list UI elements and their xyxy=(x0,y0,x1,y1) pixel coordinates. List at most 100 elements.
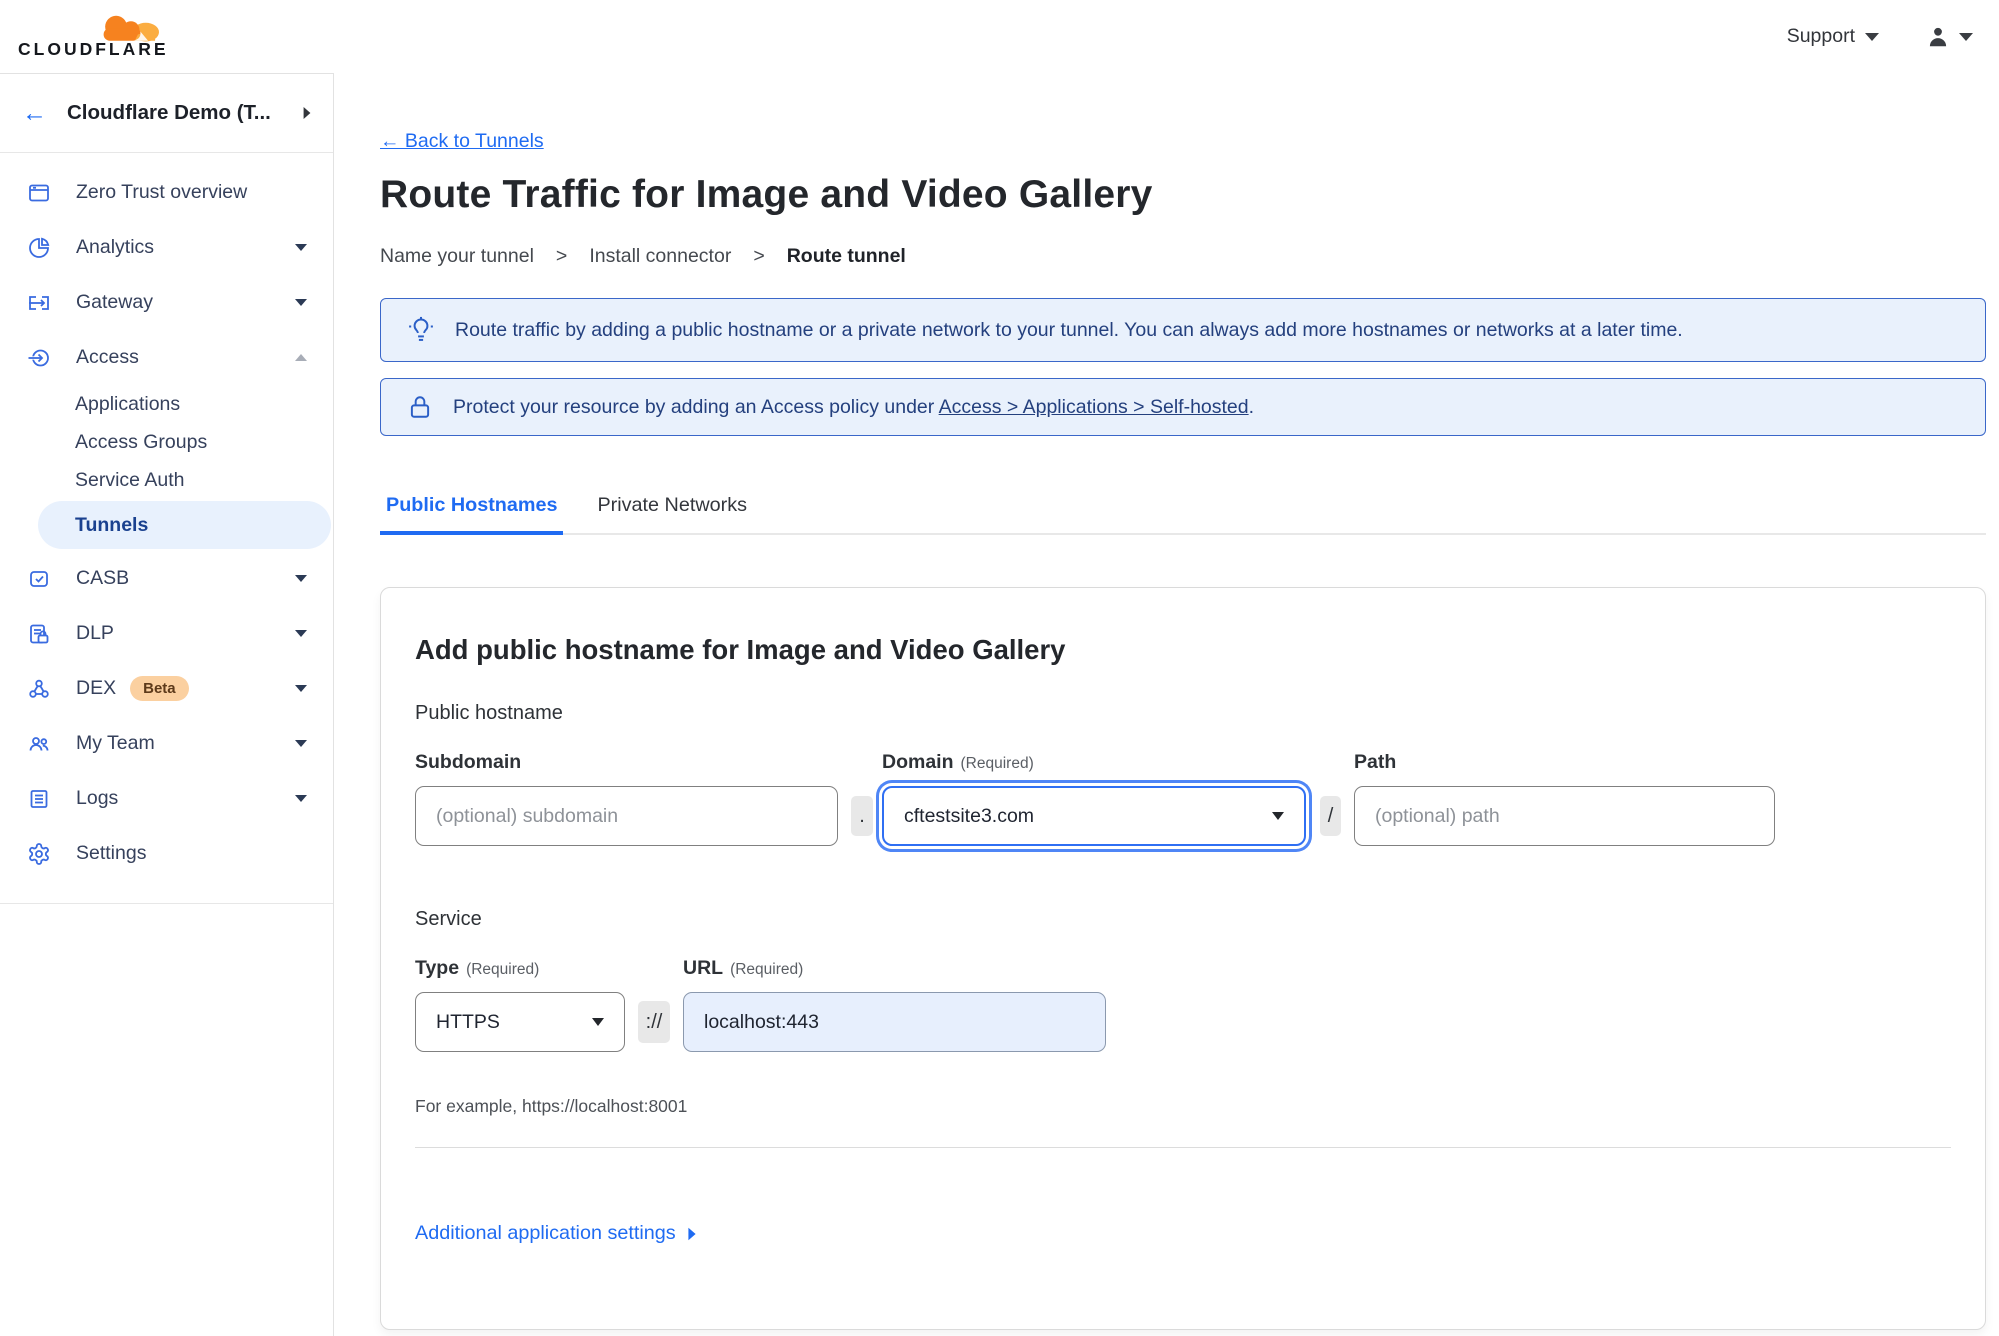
sidebar-item-casb[interactable]: CASB xyxy=(0,551,333,606)
additional-settings-label: Additional application settings xyxy=(415,1222,676,1244)
breadcrumb-step-install-connector[interactable]: Install connector xyxy=(589,245,731,268)
sidebar-item-label: Analytics xyxy=(76,236,155,258)
breadcrumb-separator: > xyxy=(555,245,568,267)
cloudflare-logo[interactable]: CLOUDFLARE xyxy=(18,8,178,66)
sidebar-item-service-auth[interactable]: Service Auth xyxy=(0,461,333,499)
required-hint: (Required) xyxy=(466,961,540,978)
access-policy-banner: Protect your resource by adding an Acces… xyxy=(380,378,1986,436)
sidebar-item-gateway[interactable]: Gateway xyxy=(0,275,333,330)
sidebar-item-access[interactable]: Access xyxy=(0,330,333,385)
gateway-icon xyxy=(26,290,52,316)
sidebar-item-zero-trust-overview[interactable]: Zero Trust overview xyxy=(0,165,333,220)
service-group-label: Service xyxy=(415,908,482,930)
hostname-field-row: Subdomain . Domain(Required) cftestsite3… xyxy=(415,751,1951,846)
logs-icon xyxy=(26,786,52,812)
breadcrumb-step-route-tunnel: Route tunnel xyxy=(786,245,906,267)
sidebar-item-label: Access xyxy=(76,346,139,368)
add-hostname-card: Add public hostname for Image and Video … xyxy=(380,587,1986,1330)
domain-selected-value: cftestsite3.com xyxy=(904,804,1035,827)
tab-private-networks[interactable]: Private Networks xyxy=(591,494,753,533)
sidebar-item-label: Settings xyxy=(76,842,147,864)
breadcrumb-separator: > xyxy=(753,245,765,267)
sub-item-label: Applications xyxy=(75,392,181,415)
chevron-down-icon xyxy=(295,244,307,251)
chevron-down-icon xyxy=(592,1018,604,1026)
domain-select[interactable]: cftestsite3.com xyxy=(882,786,1306,846)
team-icon xyxy=(26,731,52,757)
lock-icon xyxy=(410,396,430,418)
access-policy-text: Protect your resource by adding an Acces… xyxy=(453,396,1254,419)
service-url-input[interactable] xyxy=(683,992,1106,1052)
sidebar-item-tunnels-active[interactable]: Tunnels xyxy=(38,501,331,549)
service-field-row: Type (Required) HTTPS :// URL (Required) xyxy=(415,957,1951,1052)
chevron-down-icon xyxy=(295,299,307,306)
additional-settings-toggle[interactable]: Additional application settings xyxy=(415,1222,696,1245)
breadcrumb: Name your tunnel > Install connector > R… xyxy=(380,245,1986,268)
type-label: Type (Required) xyxy=(415,957,540,979)
chevron-down-icon xyxy=(295,575,307,582)
account-name: Cloudflare Demo (T... xyxy=(67,101,271,124)
access-applications-link[interactable]: Access > Applications > Self-hosted xyxy=(939,396,1249,418)
type-selected-value: HTTPS xyxy=(436,1010,500,1033)
chevron-right-icon xyxy=(688,1227,696,1240)
back-arrow-icon[interactable]: ← xyxy=(22,100,47,126)
hostname-tabs: Public Hostnames Private Networks xyxy=(380,494,1986,535)
tip-banner-text: Route traffic by adding a public hostnam… xyxy=(455,318,1683,341)
sidebar: ← Cloudflare Demo (T... Zero Trust overv… xyxy=(0,73,334,1336)
access-policy-prefix: Protect your resource by adding an Acces… xyxy=(453,395,935,418)
gear-icon xyxy=(26,841,52,867)
sidebar-item-my-team[interactable]: My Team xyxy=(0,716,333,771)
url-label: URL (Required) xyxy=(683,957,804,979)
card-divider xyxy=(415,1147,1951,1148)
analytics-pie-icon xyxy=(26,235,52,261)
logo-wordmark: CLOUDFLARE xyxy=(18,38,169,59)
back-to-tunnels-link[interactable]: ← Back to Tunnels xyxy=(380,130,544,153)
sub-item-label: Tunnels xyxy=(75,513,149,536)
chevron-down-icon xyxy=(295,795,307,802)
sidebar-item-label: Logs xyxy=(76,787,119,809)
path-field-group: Path xyxy=(1354,751,1775,846)
sidebar-item-access-groups[interactable]: Access Groups xyxy=(0,423,333,461)
chevron-right-icon xyxy=(303,107,311,119)
sub-item-label: Service Auth xyxy=(75,468,185,491)
sidebar-item-dex[interactable]: DEX Beta xyxy=(0,661,333,716)
sidebar-item-dlp[interactable]: DLP xyxy=(0,606,333,661)
chevron-down-icon xyxy=(1272,812,1284,820)
sidebar-item-analytics[interactable]: Analytics xyxy=(0,220,333,275)
required-hint: (Required) xyxy=(730,961,804,978)
required-hint: (Required) xyxy=(960,755,1034,772)
scheme-separator: :// xyxy=(638,1001,670,1043)
sidebar-item-label: Zero Trust overview xyxy=(76,181,248,203)
subdomain-input[interactable] xyxy=(415,786,838,846)
sidebar-item-label: Gateway xyxy=(76,291,153,313)
sidebar-item-label: CASB xyxy=(76,567,130,589)
slash-separator: / xyxy=(1320,796,1341,836)
domain-label: Domain (Required) xyxy=(882,751,1034,773)
service-type-select[interactable]: HTTPS xyxy=(415,992,625,1052)
dex-icon xyxy=(26,676,52,702)
dlp-icon xyxy=(26,621,52,647)
sidebar-item-settings[interactable]: Settings xyxy=(0,826,333,881)
tip-banner: Route traffic by adding a public hostnam… xyxy=(380,298,1986,362)
sub-item-label: Access Groups xyxy=(75,430,208,453)
type-field-group: Type (Required) HTTPS xyxy=(415,957,625,1052)
account-switcher[interactable]: ← Cloudflare Demo (T... xyxy=(0,74,333,153)
sidebar-item-label: My Team xyxy=(76,732,155,754)
sidebar-item-logs[interactable]: Logs xyxy=(0,771,333,826)
breadcrumb-step-name-your-tunnel[interactable]: Name your tunnel xyxy=(380,245,534,268)
sidebar-item-label: DLP xyxy=(76,622,114,644)
chevron-down-icon xyxy=(295,630,307,637)
sidebar-item-applications[interactable]: Applications xyxy=(0,385,333,423)
url-example-hint: For example, https://localhost:8001 xyxy=(415,1096,688,1116)
chevron-down-icon xyxy=(295,685,307,692)
card-title: Add public hostname for Image and Video … xyxy=(415,634,1066,665)
path-input[interactable] xyxy=(1354,786,1775,846)
url-field-group: URL (Required) xyxy=(683,957,1106,1052)
access-icon xyxy=(26,345,52,371)
overview-icon xyxy=(26,180,52,206)
public-hostname-group-label: Public hostname xyxy=(415,702,563,724)
tab-public-hostnames[interactable]: Public Hostnames xyxy=(380,494,564,535)
chevron-down-icon xyxy=(295,740,307,747)
sidebar-divider xyxy=(0,903,333,904)
page-title: Route Traffic for Image and Video Galler… xyxy=(380,173,1153,216)
